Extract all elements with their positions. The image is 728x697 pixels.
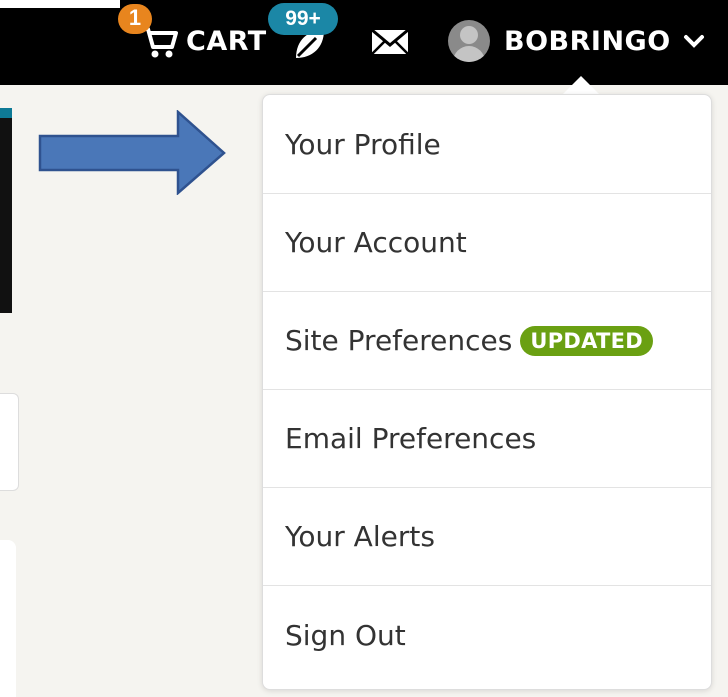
- user-dropdown-menu: Your Profile Your Account Site Preferenc…: [262, 94, 712, 690]
- dropdown-caret: [562, 76, 600, 95]
- menu-item-label: Your Account: [285, 226, 467, 259]
- banner-accent: [0, 108, 12, 118]
- menu-item-email-preferences[interactable]: Email Preferences: [263, 390, 711, 488]
- notifications-count-badge: 99+: [268, 3, 338, 35]
- avatar: [448, 20, 490, 62]
- menu-item-label: Sign Out: [285, 618, 406, 652]
- cart-count-badge: 1: [118, 4, 152, 34]
- cart-label: CART: [186, 25, 267, 57]
- background-banner-edge: [0, 108, 12, 313]
- messages-button[interactable]: [370, 25, 410, 59]
- menu-item-your-account[interactable]: Your Account: [263, 194, 711, 292]
- chevron-down-icon: [683, 35, 704, 48]
- menu-item-label: Your Profile: [285, 127, 441, 161]
- menu-item-your-profile[interactable]: Your Profile: [263, 95, 711, 194]
- menu-item-label: Site Preferences: [285, 324, 513, 357]
- background-card-edge: [0, 393, 19, 491]
- user-menu-toggle[interactable]: BOBRINGO: [448, 18, 705, 64]
- menu-item-label: Email Preferences: [285, 422, 537, 455]
- cart-button[interactable]: CART: [138, 18, 267, 64]
- background-panel-edge: [0, 540, 16, 697]
- menu-item-your-alerts[interactable]: Your Alerts: [263, 488, 711, 586]
- arrow-annotation: [38, 110, 226, 195]
- username-label: BOBRINGO: [504, 25, 671, 57]
- updated-badge: UPDATED: [520, 325, 654, 356]
- mail-icon: [371, 28, 409, 55]
- top-navigation-bar: CART 1 99+ BOBRINGO: [0, 0, 728, 85]
- menu-item-sign-out[interactable]: Sign Out: [263, 586, 711, 684]
- menu-item-label: Your Alerts: [285, 520, 435, 553]
- top-strip: [0, 0, 120, 8]
- menu-item-site-preferences[interactable]: Site Preferences UPDATED: [263, 292, 711, 390]
